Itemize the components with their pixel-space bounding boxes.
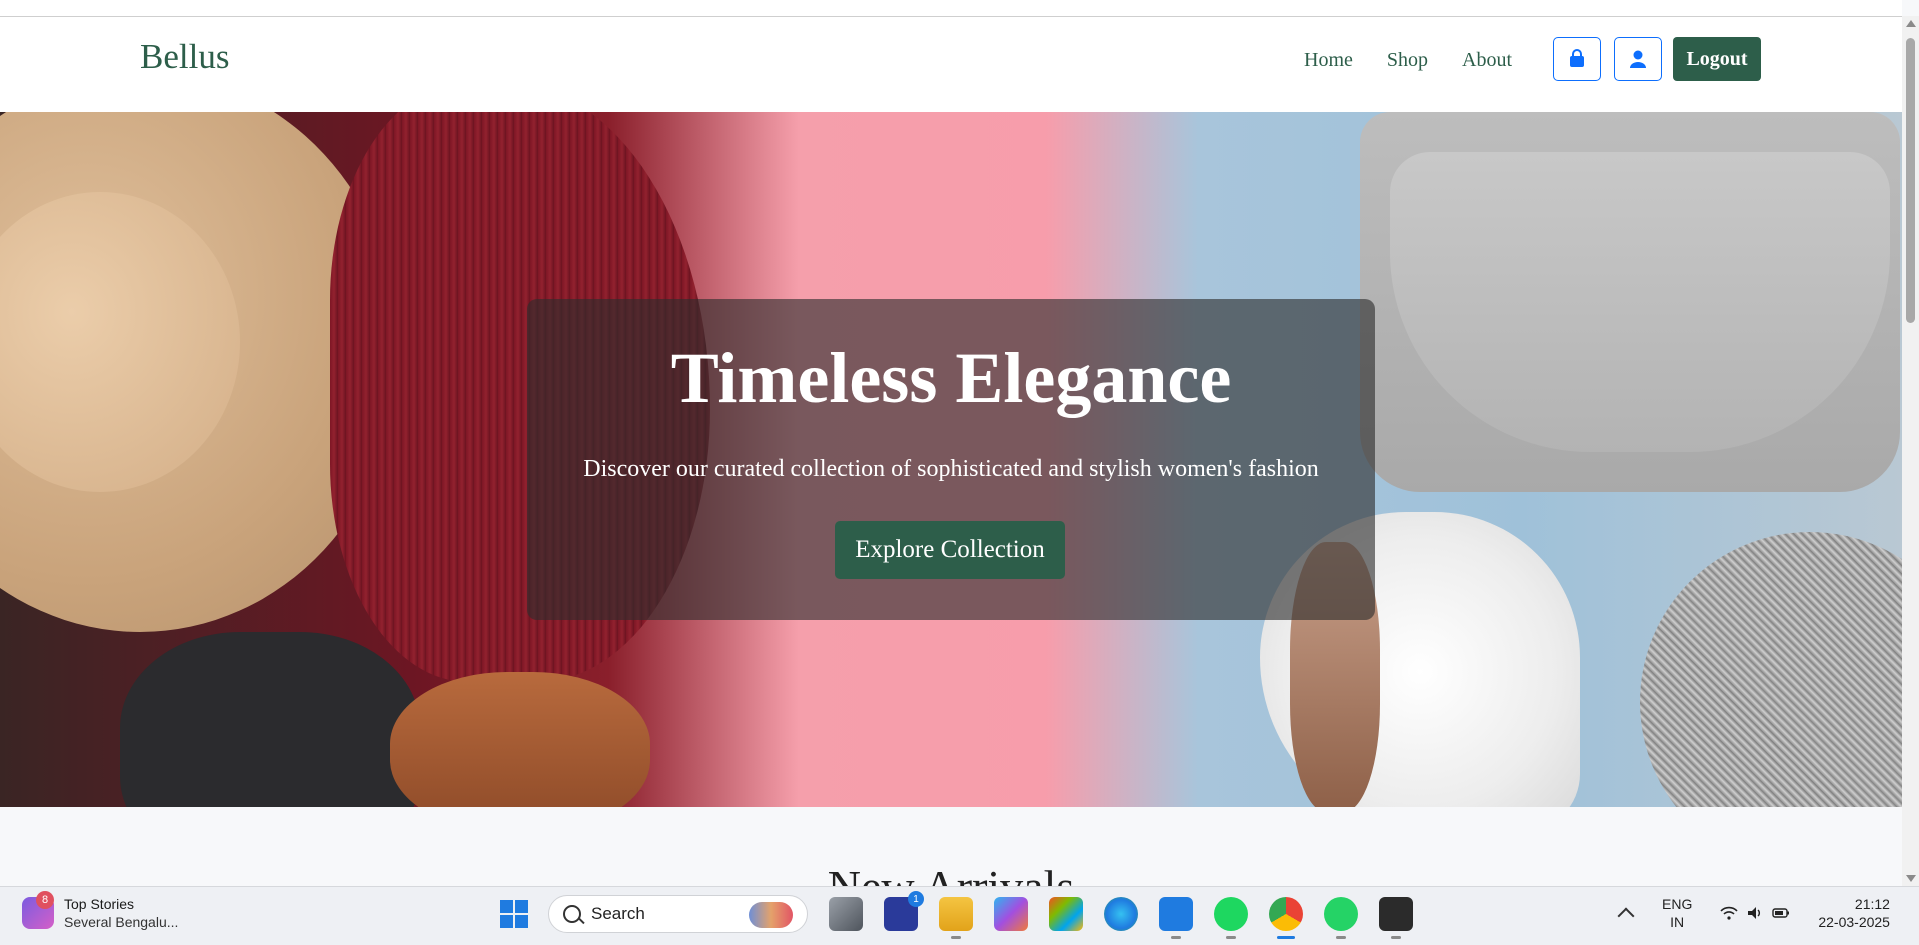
nav-home-link[interactable]: Home (1304, 49, 1353, 72)
spotify-icon[interactable] (1214, 897, 1248, 939)
system-tray: ENG IN 21:12 22-03-2025 (1617, 895, 1890, 931)
news-subtitle: Several Bengalu... (64, 914, 179, 930)
news-title: Top Stories (64, 896, 135, 912)
cart-button[interactable] (1553, 37, 1601, 81)
news-weather-icon: 8 (22, 891, 54, 929)
user-profile-button[interactable] (1614, 37, 1662, 81)
hero-image-clutch-flap (1390, 152, 1890, 452)
app-notification-badge: 1 (908, 891, 924, 907)
page-scrollbar[interactable] (1902, 16, 1919, 886)
search-icon (563, 905, 581, 923)
hero-image-knit-bag (1640, 532, 1902, 807)
news-widget[interactable]: 8 Top Stories Several Bengalu... (22, 891, 179, 931)
browser-top-strip (0, 0, 1902, 17)
nav-about-link[interactable]: About (1462, 49, 1512, 72)
language-indicator[interactable]: ENG IN (1662, 895, 1692, 931)
logout-button[interactable]: Logout (1673, 37, 1761, 81)
windows-taskbar: 8 Top Stories Several Bengalu... Search … (0, 886, 1919, 945)
hero-image-boot (120, 632, 420, 807)
hero-image-boot-leather (390, 672, 650, 807)
microsoft-store-icon[interactable] (1049, 897, 1083, 931)
scroll-down-arrow-icon[interactable] (1906, 875, 1916, 882)
windows-start-icon[interactable] (500, 900, 528, 928)
terminal-icon[interactable] (1379, 897, 1413, 939)
volume-icon[interactable] (1746, 906, 1764, 920)
news-badge: 8 (36, 891, 54, 909)
lang-primary: ENG (1662, 896, 1693, 912)
edge-browser-icon[interactable] (1104, 897, 1138, 931)
copilot-icon[interactable] (994, 897, 1028, 931)
taskbar-apps: Search 1 (500, 891, 1413, 939)
nav-shop-link[interactable]: Shop (1387, 49, 1428, 72)
clock-date: 22-03-2025 (1818, 914, 1890, 930)
explore-collection-button[interactable]: Explore Collection (835, 521, 1065, 579)
nav-links: Home Shop About (1304, 49, 1546, 72)
hero-card: Timeless Elegance Discover our curated c… (527, 299, 1375, 620)
chevron-up-icon[interactable] (1617, 907, 1635, 925)
user-icon (1630, 50, 1646, 68)
shopping-bag-icon (1570, 49, 1584, 67)
taskbar-search[interactable]: Search (548, 895, 808, 933)
brand-logo[interactable]: Bellus (140, 37, 229, 77)
taskbar-clock[interactable]: 21:12 22-03-2025 (1818, 895, 1890, 931)
taskbar-search-label: Search (591, 904, 645, 923)
whatsapp-icon[interactable] (1324, 897, 1358, 939)
site-navbar: Bellus Home Shop About Logout (0, 17, 1902, 112)
hero-subtitle: Discover our curated collection of sophi… (583, 456, 1319, 482)
search-highlight-art-icon (749, 902, 793, 928)
scroll-up-arrow-icon[interactable] (1906, 20, 1916, 27)
wifi-icon[interactable] (1720, 906, 1738, 920)
lang-secondary: IN (1670, 914, 1685, 930)
battery-icon[interactable] (1772, 906, 1790, 920)
task-view-icon[interactable] (829, 897, 863, 931)
vscode-icon[interactable] (1159, 897, 1193, 939)
scrollbar-thumb[interactable] (1906, 38, 1915, 323)
chrome-browser-icon[interactable] (1269, 897, 1303, 939)
file-explorer-icon[interactable] (939, 897, 973, 939)
clock-time: 21:12 (1854, 896, 1890, 912)
linkedin-app-icon[interactable]: 1 (884, 891, 924, 931)
hero-title: Timeless Elegance (670, 338, 1232, 418)
hero-banner: Timeless Elegance Discover our curated c… (0, 112, 1902, 807)
